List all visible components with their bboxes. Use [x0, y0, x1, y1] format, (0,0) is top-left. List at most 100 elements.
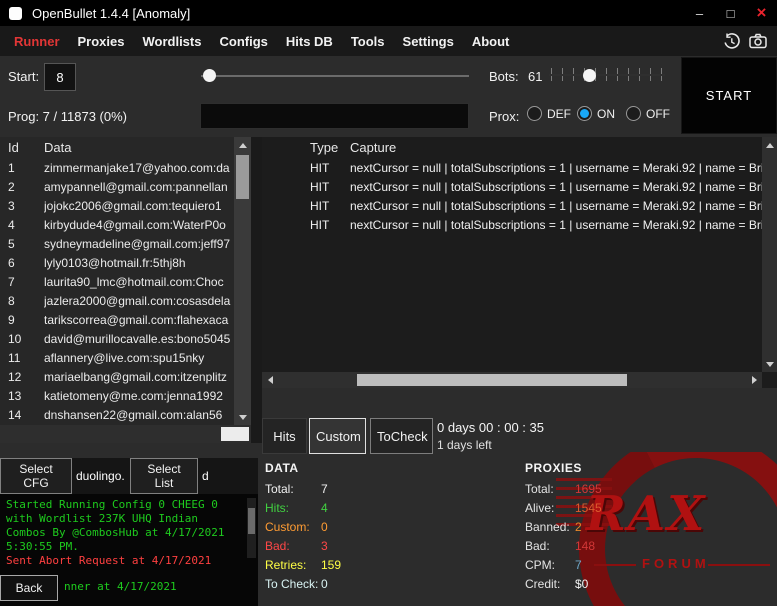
combo-row[interactable]: 12mariaelbang@gmail.com:itzenplitz [0, 368, 234, 387]
proxy-mode-on-radio[interactable]: ON [577, 106, 615, 121]
scroll-right-icon[interactable] [746, 372, 762, 388]
combo-row[interactable]: 5sydneymadeline@gmail.com:jeff97 [0, 235, 234, 254]
scroll-down-icon[interactable] [762, 356, 777, 372]
combo-row[interactable]: 8jazlera2000@gmail.com:cosasdela [0, 292, 234, 311]
combo-row[interactable]: 13katietomeny@me.com:jenna1992 [0, 387, 234, 406]
scroll-left-icon[interactable] [262, 372, 278, 388]
proxy-mode-def-radio[interactable]: DEF [527, 106, 571, 121]
menu-about[interactable]: About [463, 34, 519, 49]
scroll-down-icon[interactable] [234, 409, 251, 425]
scrollbar-thumb[interactable] [248, 508, 255, 534]
menu-runner[interactable]: Runner [5, 34, 69, 49]
combo-id: 7 [0, 273, 44, 292]
hit-row[interactable]: HITnextCursor = null | totalSubscription… [262, 159, 762, 178]
start-button[interactable]: START [681, 57, 777, 134]
select-wordlist-button[interactable]: Select List [130, 458, 198, 494]
combo-data: dnshansen22@gmail.com:alan56 [44, 406, 234, 425]
hit-row[interactable]: HITnextCursor = null | totalSubscription… [262, 197, 762, 216]
results-vertical-scrollbar[interactable] [762, 137, 777, 372]
radio-label: DEF [547, 107, 571, 121]
stat-row-cpm: CPM:7 [525, 556, 602, 575]
combo-id: 12 [0, 368, 44, 387]
ocr-rate-input[interactable] [200, 103, 469, 129]
history-icon[interactable] [723, 33, 740, 50]
hit-capture: nextCursor = null | totalSubscriptions =… [350, 216, 762, 235]
hit-row[interactable]: HITnextCursor = null | totalSubscription… [262, 216, 762, 235]
menu-configs[interactable]: Configs [210, 34, 276, 49]
selected-wordlist-name: d [202, 458, 254, 494]
window-title: OpenBullet 1.4.4 [Anomaly] [32, 6, 190, 21]
results-horizontal-scrollbar[interactable] [262, 372, 762, 388]
combo-data: mariaelbang@gmail.com:itzenplitz [44, 368, 234, 387]
menu-hitsdb[interactable]: Hits DB [277, 34, 342, 49]
results-header: Type Capture [262, 137, 777, 159]
combo-row[interactable]: 4kirbydude4@gmail.com:WaterP0o [0, 216, 234, 235]
screenshot-camera-icon[interactable] [749, 33, 767, 49]
combo-row[interactable]: 9tarikscorrea@gmail.com:flahexaca [0, 311, 234, 330]
radio-icon-selected [577, 106, 592, 121]
back-button[interactable]: Back [0, 575, 58, 601]
data-stats-block: DATA Total:7 Hits:4 Custom:0 Bad:3 Retri… [265, 461, 341, 594]
tab-hits[interactable]: Hits [262, 418, 307, 454]
combo-horizontal-scrollbar[interactable] [0, 425, 251, 443]
combo-row[interactable]: 1zimmermanjake17@yahoo.com:da [0, 159, 234, 178]
scrollbar-thumb[interactable] [357, 374, 627, 386]
close-button[interactable]: × [746, 0, 777, 26]
scroll-up-icon[interactable] [762, 137, 777, 153]
combo-row[interactable]: 2amypannell@gmail.com:pannellan [0, 178, 234, 197]
stat-label: Bad: [525, 537, 575, 556]
radio-label: OFF [646, 107, 670, 121]
scrollbar-thumb[interactable] [221, 427, 249, 441]
column-header-type[interactable]: Type [310, 140, 338, 155]
combo-row[interactable]: 11aflannery@live.com:spu15nky [0, 349, 234, 368]
slider-track[interactable] [549, 74, 665, 76]
column-header-capture[interactable]: Capture [350, 140, 396, 155]
combo-row[interactable]: 10david@murillocavalle.es:bono5045 [0, 330, 234, 349]
log-scrollbar[interactable] [247, 498, 256, 558]
bots-slider[interactable] [549, 67, 665, 83]
tab-tocheck[interactable]: ToCheck [370, 418, 433, 454]
bots-slider-thumb[interactable] [583, 69, 596, 82]
menu-proxies[interactable]: Proxies [69, 34, 134, 49]
combo-row[interactable]: 14dnshansen22@gmail.com:alan56 [0, 406, 234, 425]
stat-row-alive: Alive:1545 [525, 499, 602, 518]
combo-row[interactable]: 7laurita90_lmc@hotmail.com:Choc [0, 273, 234, 292]
tab-custom[interactable]: Custom [309, 418, 366, 454]
progress-label: Prog: 7 / 11873 (0%) [8, 109, 127, 124]
proxies-stats-header: PROXIES [525, 461, 602, 475]
column-header-data[interactable]: Data [44, 140, 71, 155]
menu-icon-group [723, 33, 777, 50]
select-config-button[interactable]: Select CFG [0, 458, 72, 494]
scroll-up-icon[interactable] [234, 137, 251, 153]
start-slider-thumb[interactable] [203, 69, 216, 82]
combo-id: 14 [0, 406, 44, 425]
hit-type: HIT [262, 178, 350, 197]
slider-track[interactable] [201, 75, 469, 77]
menu-wordlists[interactable]: Wordlists [133, 34, 210, 49]
hit-capture: nextCursor = null | totalSubscriptions =… [350, 178, 762, 197]
start-count-input[interactable] [44, 63, 76, 91]
stat-label: Custom: [265, 518, 321, 537]
maximize-button[interactable]: □ [715, 0, 746, 26]
combo-data: laurita90_lmc@hotmail.com:Choc [44, 273, 234, 292]
proxy-mode-off-radio[interactable]: OFF [626, 106, 670, 121]
stat-value: 0 [321, 520, 328, 534]
menu-settings[interactable]: Settings [394, 34, 463, 49]
app-logo-icon [9, 7, 22, 20]
combo-row[interactable]: 6lyly0103@hotmail.fr:5thj8h [0, 254, 234, 273]
combo-row[interactable]: 3jojokc2006@gmail.com:tequiero1 [0, 197, 234, 216]
radio-icon [527, 106, 542, 121]
stat-label: Credit: [525, 575, 575, 594]
combo-vertical-scrollbar[interactable] [234, 137, 251, 425]
hit-row[interactable]: HITnextCursor = null | totalSubscription… [262, 178, 762, 197]
combo-id: 4 [0, 216, 44, 235]
selected-config-name: duolingo. [76, 458, 128, 494]
title-bar: OpenBullet 1.4.4 [Anomaly] – □ × [0, 0, 777, 26]
minimize-button[interactable]: – [684, 0, 715, 26]
menu-tools[interactable]: Tools [342, 34, 394, 49]
combo-list-header: Id Data [0, 137, 251, 159]
scrollbar-thumb[interactable] [236, 155, 249, 199]
column-header-id[interactable]: Id [8, 140, 19, 155]
stat-row-bad: Bad:3 [265, 537, 341, 556]
start-slider[interactable] [201, 69, 469, 83]
